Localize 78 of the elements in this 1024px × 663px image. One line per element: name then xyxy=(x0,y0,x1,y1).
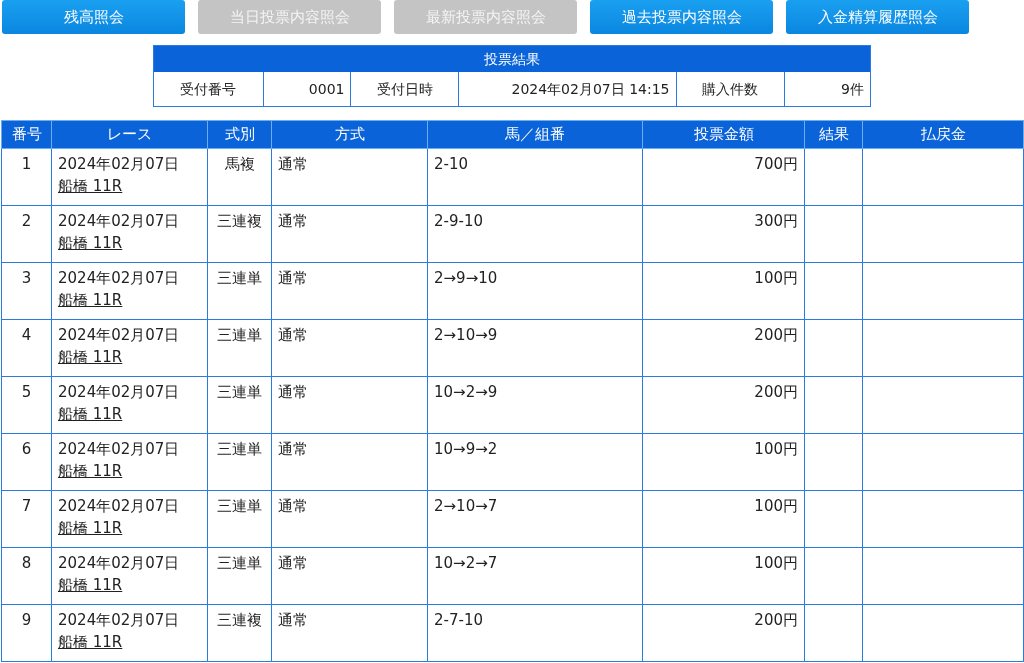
race-date: 2024年02月07日 xyxy=(58,610,181,631)
race-link[interactable]: 船橋 11R xyxy=(58,576,123,594)
table-cell: 通常 xyxy=(271,376,428,434)
table-cell: 5 xyxy=(1,376,52,434)
table-cell: 7 xyxy=(1,490,52,548)
table-cell: 通常 xyxy=(271,205,428,263)
race-link[interactable]: 船橋 11R xyxy=(58,177,123,195)
table-cell: 通常 xyxy=(271,604,428,662)
table-cell: 通常 xyxy=(271,433,428,491)
table-cell: 1 xyxy=(1,148,52,206)
race-link[interactable]: 船橋 11R xyxy=(58,462,123,480)
column-header: 投票金額 xyxy=(642,120,805,149)
table-cell: 8 xyxy=(1,547,52,605)
summary-label: 受付番号 xyxy=(179,79,238,99)
table-cell: 通常 xyxy=(271,262,428,320)
table-cell: 100円 xyxy=(642,490,805,548)
summary-value: 9件 xyxy=(784,72,870,106)
table-cell: 9 xyxy=(1,604,52,662)
table-cell: 2→10→7 xyxy=(427,490,643,548)
summary-value: 0001 xyxy=(262,72,351,106)
race-date: 2024年02月07日 xyxy=(58,154,181,175)
table-cell: 200円 xyxy=(642,376,805,434)
table-cell: 300円 xyxy=(642,205,805,263)
summary-value: 2024年02月07日 14:15 xyxy=(458,72,676,106)
table-cell: 通常 xyxy=(271,148,428,206)
table-cell: 700円 xyxy=(642,148,805,206)
column-header: レース xyxy=(51,120,208,149)
table-cell: 三連単 xyxy=(207,433,272,491)
summary-label: 受付日時 xyxy=(350,72,459,106)
table-cell: 三連複 xyxy=(207,205,272,263)
table-cell: 10→2→9 xyxy=(427,376,643,434)
table-cell: 2→9→10 xyxy=(427,262,643,320)
race-date: 2024年02月07日 xyxy=(58,325,181,346)
race-link[interactable]: 船橋 11R xyxy=(58,234,123,252)
table-cell: 2-7-10 xyxy=(427,604,643,662)
table-cell: 200円 xyxy=(642,319,805,377)
race-link[interactable]: 船橋 11R xyxy=(58,405,123,423)
table-cell: 6 xyxy=(1,433,52,491)
table-cell: 100円 xyxy=(642,262,805,320)
summary-title: 投票結果 xyxy=(154,46,870,72)
race-date: 2024年02月07日 xyxy=(58,553,181,574)
table-cell: 通常 xyxy=(271,490,428,548)
table-cell: 三連単 xyxy=(207,319,272,377)
summary-label: 購入件数 xyxy=(675,72,785,106)
column-header: 方式 xyxy=(271,120,428,149)
table-cell: 2 xyxy=(1,205,52,263)
race-link[interactable]: 船橋 11R xyxy=(58,633,123,651)
race-date: 2024年02月07日 xyxy=(58,382,181,403)
table-cell: 2-9-10 xyxy=(427,205,643,263)
table-cell: 通常 xyxy=(271,547,428,605)
table-cell: 三連単 xyxy=(207,547,272,605)
table-cell: 通常 xyxy=(271,319,428,377)
table-cell: 10→9→2 xyxy=(427,433,643,491)
column-header: 馬／組番 xyxy=(427,120,643,149)
column-header: 結果 xyxy=(804,120,863,149)
column-header: 式別 xyxy=(207,120,272,149)
table-cell: 三連複 xyxy=(207,604,272,662)
race-link[interactable]: 船橋 11R xyxy=(58,348,123,366)
table-cell: 200円 xyxy=(642,604,805,662)
race-link[interactable]: 船橋 11R xyxy=(58,519,123,537)
race-date: 2024年02月07日 xyxy=(58,268,181,289)
race-date: 2024年02月07日 xyxy=(58,211,181,232)
table-cell: 2-10 xyxy=(427,148,643,206)
table-cell: 100円 xyxy=(642,433,805,491)
table-cell: 三連単 xyxy=(207,490,272,548)
table-cell: 3 xyxy=(1,262,52,320)
table-cell: 100円 xyxy=(642,547,805,605)
table-cell: 10→2→7 xyxy=(427,547,643,605)
column-header: 払戻金 xyxy=(862,120,1024,149)
race-date: 2024年02月07日 xyxy=(58,496,181,517)
table-cell: 4 xyxy=(1,319,52,377)
column-header: 番号 xyxy=(1,120,52,149)
table-cell: 三連単 xyxy=(207,376,272,434)
race-link[interactable]: 船橋 11R xyxy=(58,291,123,309)
table-cell: 三連単 xyxy=(207,262,272,320)
table-cell: 馬複 xyxy=(207,148,272,206)
table-cell: 2→10→9 xyxy=(427,319,643,377)
race-date: 2024年02月07日 xyxy=(58,439,181,460)
